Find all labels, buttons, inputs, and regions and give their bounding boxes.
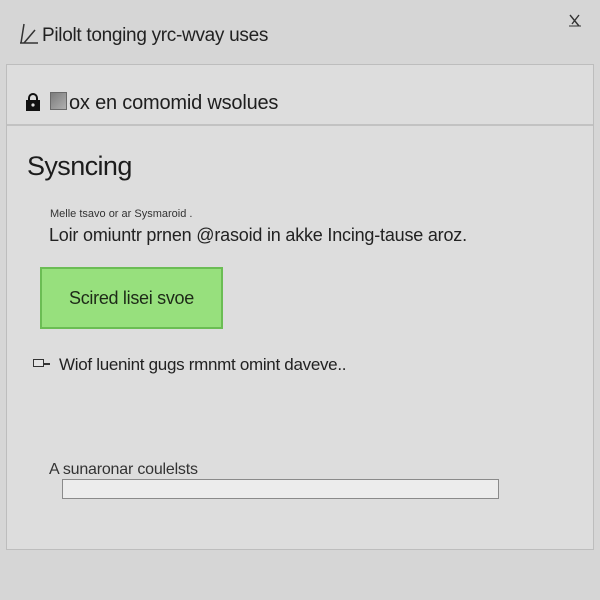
lock-icon	[24, 93, 42, 111]
section-heading: Sysncing	[27, 151, 132, 181]
window-title: Pilolt tonging yrc-wvay uses	[42, 25, 269, 46]
sync-option-label: Wiof luenint gugs rmnmt omint daveve..	[59, 355, 347, 374]
checkbox-connector	[44, 363, 50, 365]
title-bar: Pilolt tonging yrc-wvay uses	[0, 0, 600, 64]
sync-panel: ox en comomid wsolues Sysncing Melle tsa…	[6, 64, 594, 550]
sync-option-checkbox[interactable]	[33, 359, 44, 367]
sync-button[interactable]: Scired lisei svoe	[40, 267, 223, 329]
text-field[interactable]	[62, 479, 499, 499]
panel-header: ox en comomid wsolues	[7, 65, 593, 126]
box-icon	[50, 92, 67, 110]
panel-header-title: ox en comomid wsolues	[69, 92, 279, 114]
field-label: A sunaronar coulelsts	[49, 461, 198, 478]
sync-note: Melle tsavo or ar Sysmaroid .	[50, 208, 193, 220]
close-icon[interactable]	[567, 12, 583, 28]
sync-description: Loir omiuntr prnen @rasoid in akke Incin…	[49, 225, 467, 245]
pencil-edit-icon	[18, 21, 40, 45]
